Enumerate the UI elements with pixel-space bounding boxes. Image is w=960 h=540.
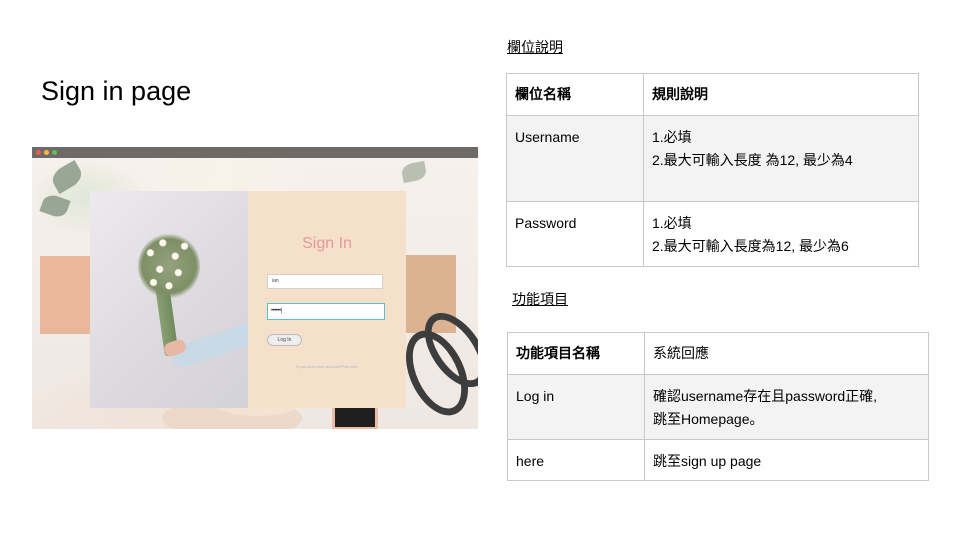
login-button[interactable]: Log In <box>267 334 302 346</box>
field-name: Username <box>515 129 580 145</box>
rule-text: 2.最大可輸入長度為12, 最少為6 <box>652 238 849 254</box>
minimize-dot-icon <box>44 150 49 155</box>
table-header-row: 欄位名稱 規則說明 <box>506 73 919 116</box>
password-input[interactable]: ••••••| <box>267 303 385 320</box>
bouquet-photo <box>90 191 248 408</box>
function-name-cell: here <box>507 439 645 481</box>
leaf-decoration <box>39 192 71 220</box>
window-titlebar <box>32 147 478 158</box>
response-cell: 確認username存在且password正確, 跳至Homepage。 <box>644 374 929 440</box>
signin-mockup-image: Sign In ian ••••••| Log In If you dont h… <box>32 147 478 429</box>
rules-cell: 1.必填 2.最大可輸入長度為12, 最少為6 <box>643 201 919 267</box>
fields-section-heading: 欄位說明 <box>507 41 563 56</box>
response-text: 跳至Homepage。 <box>653 411 764 427</box>
table-row: here 跳至sign up page <box>507 439 929 481</box>
column-header: 欄位名稱 <box>506 73 644 116</box>
response-cell: 跳至sign up page <box>644 439 929 481</box>
desk-background: Sign In ian ••••••| Log In If you dont h… <box>32 158 478 429</box>
response-text: 確認username存在且password正確, <box>653 388 878 404</box>
function-name: here <box>516 453 545 469</box>
flower-bouquet-icon <box>138 233 200 299</box>
leaf-decoration <box>400 161 428 183</box>
maximize-dot-icon <box>52 150 57 155</box>
signup-link[interactable]: If you dont have account Pick here <box>248 364 406 369</box>
rule-text: 2.最大可輸入長度 為12, 最少為4 <box>652 152 853 168</box>
rule-text: 1.必填 <box>652 129 692 145</box>
leaf-decoration <box>48 159 86 195</box>
field-name-cell: Username <box>506 115 644 202</box>
rule-text: 1.必填 <box>652 215 692 231</box>
column-header: 規則說明 <box>643 73 919 116</box>
functions-section-heading: 功能項目 <box>512 293 568 308</box>
response-text: 跳至sign up page <box>653 453 762 469</box>
signin-form-panel: Sign In ian ••••••| Log In If you dont h… <box>248 191 406 408</box>
column-header: 功能項目名稱 <box>507 332 645 375</box>
close-dot-icon <box>36 150 41 155</box>
rules-cell: 1.必填 2.最大可輸入長度 為12, 最少為4 <box>643 115 919 202</box>
function-name-cell: Log in <box>507 374 645 440</box>
function-name: Log in <box>516 388 555 404</box>
table-row: Log in 確認username存在且password正確, 跳至Homepa… <box>507 374 929 440</box>
fields-table: 欄位名稱 規則說明 Username 1.必填 2.最大可輸入長度 為12, 最… <box>506 73 919 267</box>
field-name-cell: Password <box>506 201 644 267</box>
page-title: Sign in page <box>41 76 192 106</box>
functions-table: 功能項目名稱 系統回應 Log in 確認username存在且password… <box>507 332 929 481</box>
signin-heading: Sign In <box>302 235 352 252</box>
column-header: 系統回應 <box>644 332 929 375</box>
table-header-row: 功能項目名稱 系統回應 <box>507 332 929 375</box>
table-row: Username 1.必填 2.最大可輸入長度 為12, 最少為4 <box>506 115 919 202</box>
table-row: Password 1.必填 2.最大可輸入長度為12, 最少為6 <box>506 201 919 267</box>
username-input[interactable]: ian <box>267 274 383 289</box>
field-name: Password <box>515 215 577 231</box>
